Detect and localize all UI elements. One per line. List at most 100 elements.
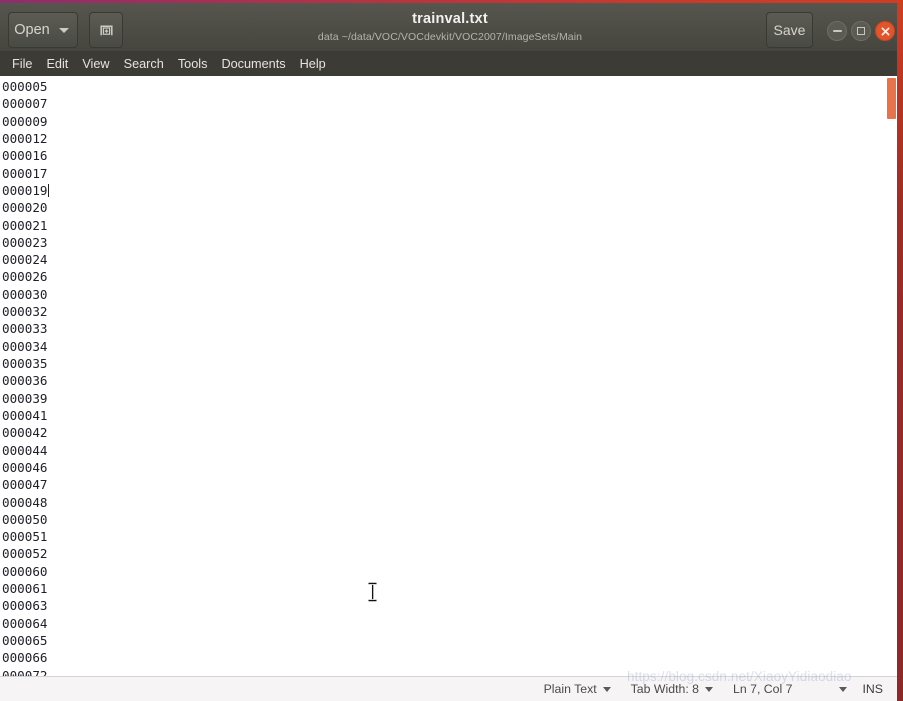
text-line[interactable]: 000046 [2, 459, 49, 476]
maximize-icon [857, 27, 865, 35]
text-line-content: 000064 [2, 615, 48, 631]
text-line-content: 000050 [2, 511, 48, 527]
menu-item-edit[interactable]: Edit [39, 55, 75, 73]
text-line[interactable]: 000048 [2, 494, 49, 511]
text-line-content: 000034 [2, 338, 48, 354]
text-line[interactable]: 000034 [2, 338, 49, 355]
text-line[interactable]: 000036 [2, 372, 49, 389]
cursor-position[interactable]: Ln 7, Col 7 [723, 682, 856, 696]
file-path-subtitle: data ~/data/VOC/VOCdevkit/VOC2007/ImageS… [317, 31, 583, 43]
text-line-content: 000051 [2, 529, 48, 545]
text-line[interactable]: 000009 [2, 113, 49, 130]
text-line[interactable]: 000020 [2, 199, 49, 216]
title-bar: Open trainval.txt data ~/data/VOC/VOCdev… [0, 3, 903, 52]
text-line[interactable]: 000060 [2, 563, 49, 580]
vertical-scrollbar[interactable] [886, 76, 897, 676]
text-line[interactable]: 000039 [2, 390, 49, 407]
open-button[interactable]: Open [8, 12, 78, 48]
text-line[interactable]: 000016 [2, 147, 49, 164]
text-line[interactable]: 000005 [2, 78, 49, 95]
new-document-button[interactable] [89, 12, 123, 48]
text-line[interactable]: 000066 [2, 649, 49, 666]
text-line-content: 000007 [2, 96, 48, 112]
text-line-content: 000061 [2, 581, 48, 597]
menu-item-help[interactable]: Help [293, 55, 333, 73]
text-line[interactable]: 000007 [2, 95, 49, 112]
chevron-down-icon [705, 686, 714, 692]
text-line[interactable]: 000064 [2, 615, 49, 632]
text-line[interactable]: 000052 [2, 545, 49, 562]
text-line-content: 000019 [2, 182, 48, 198]
text-line[interactable]: 000024 [2, 251, 49, 268]
text-line-content: 000060 [2, 563, 48, 579]
new-document-icon [99, 24, 113, 35]
text-line[interactable]: 000044 [2, 442, 49, 459]
text-editor-area[interactable]: 000005 000007 000009 000012 000016 000017 0000… [0, 76, 897, 676]
window-title-block: trainval.txt data ~/data/VOC/VOCdevkit/V… [240, 9, 660, 44]
menu-item-search[interactable]: Search [117, 55, 171, 73]
text-line[interactable]: 000042 [2, 424, 49, 441]
text-line[interactable]: 000047 [2, 476, 49, 493]
text-line-content: 000039 [2, 390, 48, 406]
close-button[interactable] [875, 21, 895, 41]
text-line-content: 000021 [2, 217, 48, 233]
document-text: 000005 000007 000009 000012 000016 000017 0000… [2, 78, 49, 676]
menu-item-file[interactable]: File [5, 55, 39, 73]
chevron-down-icon [58, 27, 69, 33]
chevron-down-icon [602, 686, 611, 692]
maximize-button[interactable] [851, 21, 871, 41]
text-line-content: 000009 [2, 113, 48, 129]
text-line[interactable]: 000041 [2, 407, 49, 424]
text-line-content: 000041 [2, 407, 48, 423]
text-line-content: 000026 [2, 269, 48, 285]
text-line-content: 000020 [2, 200, 48, 216]
text-line[interactable]: 000050 [2, 511, 49, 528]
text-line[interactable]: 000030 [2, 286, 49, 303]
text-line[interactable]: 000033 [2, 320, 49, 337]
text-line[interactable]: 000019 [2, 182, 49, 199]
text-line[interactable]: 000023 [2, 234, 49, 251]
text-line-content: 000032 [2, 304, 48, 320]
text-line[interactable]: 000017 [2, 165, 49, 182]
page-title: trainval.txt [412, 11, 488, 27]
tab-width-selector[interactable]: Tab Width: 8 [621, 682, 723, 696]
tab-width-label: Tab Width: 8 [630, 682, 700, 696]
text-line-content: 000023 [2, 234, 48, 250]
text-line[interactable]: 000051 [2, 528, 49, 545]
save-button[interactable]: Save [766, 12, 813, 48]
scrollbar-thumb[interactable] [887, 78, 896, 119]
insert-mode-indicator[interactable]: INS [857, 682, 888, 696]
chevron-down-icon [838, 686, 847, 692]
menu-bar: File Edit View Search Tools Documents He… [0, 52, 903, 76]
text-line-content: 000016 [2, 148, 48, 164]
text-line[interactable]: 000032 [2, 303, 49, 320]
text-line[interactable]: 000035 [2, 355, 49, 372]
text-line-content: 000046 [2, 459, 48, 475]
text-line-content: 000005 [2, 79, 48, 94]
minimize-button[interactable] [827, 21, 847, 41]
text-line-content: 000052 [2, 546, 48, 562]
cursor-position-label: Ln 7, Col 7 [733, 682, 793, 696]
text-line[interactable]: 000072 [2, 667, 49, 676]
text-line-content: 000065 [2, 633, 48, 648]
status-bar: Plain Text Tab Width: 8 Ln 7, Col 7 INS [0, 676, 897, 701]
text-line[interactable]: 000012 [2, 130, 49, 147]
text-line[interactable]: 000065 [2, 632, 49, 649]
menu-item-tools[interactable]: Tools [171, 55, 215, 73]
text-line-content: 000024 [2, 252, 48, 268]
language-selector[interactable]: Plain Text [534, 682, 621, 696]
gedit-window: Open trainval.txt data ~/data/VOC/VOCdev… [0, 0, 903, 701]
text-line[interactable]: 000021 [2, 217, 49, 234]
text-line-content: 000042 [2, 425, 48, 441]
text-line[interactable]: 000026 [2, 268, 49, 285]
menu-item-documents[interactable]: Documents [214, 55, 292, 73]
language-label: Plain Text [543, 682, 597, 696]
text-line-content: 000035 [2, 356, 48, 371]
open-button-label: Open [14, 22, 50, 38]
text-line-content: 000048 [2, 494, 48, 510]
window-border-right [897, 3, 903, 701]
menu-item-view[interactable]: View [75, 55, 116, 73]
minimize-icon [832, 30, 842, 32]
text-line[interactable]: 000063 [2, 597, 49, 614]
text-line[interactable]: 000061 [2, 580, 49, 597]
